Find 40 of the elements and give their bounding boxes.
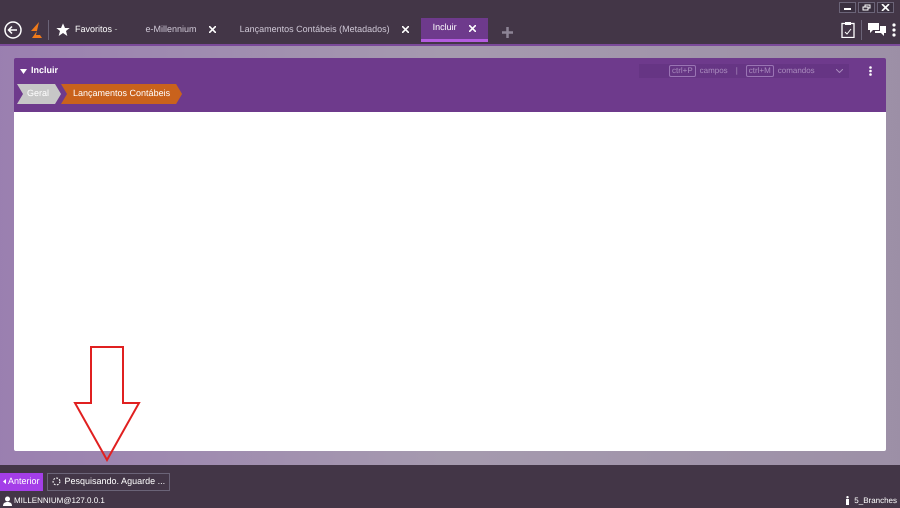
restore-icon [862, 4, 871, 11]
minimize-button[interactable] [839, 2, 856, 13]
restore-button[interactable] [858, 2, 875, 13]
collapse-icon[interactable] [20, 68, 27, 74]
tab[interactable]: Incluir [420, 18, 488, 42]
tab-label: Incluir [432, 21, 457, 34]
tab-label: e-Millennium [146, 22, 197, 36]
shortcut-label[interactable]: comandos [778, 65, 815, 77]
user-label: MILLENNIUM@127.0.0.1 [14, 494, 105, 506]
star-icon[interactable] [55, 22, 71, 38]
close-icon [881, 4, 890, 11]
tab-label: Lançamentos Contábeis (Metadados) [240, 22, 390, 36]
logo-icon[interactable] [28, 22, 42, 38]
close-button[interactable] [877, 2, 894, 13]
panel-title: Incluir [31, 64, 58, 78]
shortcut-key: ctrl+M [746, 65, 774, 77]
clipboard-icon[interactable] [841, 21, 855, 38]
add-tab-icon[interactable] [502, 27, 513, 38]
step-tab[interactable]: Lançamentos Contábeis [61, 84, 182, 104]
info-icon [845, 496, 850, 505]
branch-label: 5_Branches [854, 494, 897, 506]
tab[interactable]: Lançamentos Contábeis (Metadados) [228, 18, 421, 42]
more-icon[interactable] [869, 66, 872, 76]
shortcut-key: ctrl+P [669, 65, 696, 77]
chat-icon[interactable] [868, 22, 886, 36]
status-text: Pesquisando. Aguarde ... [64, 474, 166, 488]
close-icon[interactable] [468, 24, 476, 32]
shortcut-label[interactable]: campos [700, 65, 728, 77]
caret-icon [3, 479, 6, 484]
separator: | [736, 65, 738, 77]
close-icon[interactable] [402, 26, 409, 33]
previous-button[interactable]: Anterior [0, 472, 43, 490]
tab[interactable]: e-Millennium [134, 18, 228, 42]
user-icon [3, 496, 12, 506]
favorites-menu[interactable]: Favoritos - [75, 22, 118, 36]
spinner-icon [52, 477, 61, 486]
back-icon[interactable] [4, 20, 22, 38]
chevron-icon[interactable] [836, 69, 843, 73]
more-icon[interactable] [892, 22, 896, 36]
close-icon[interactable] [208, 26, 216, 33]
